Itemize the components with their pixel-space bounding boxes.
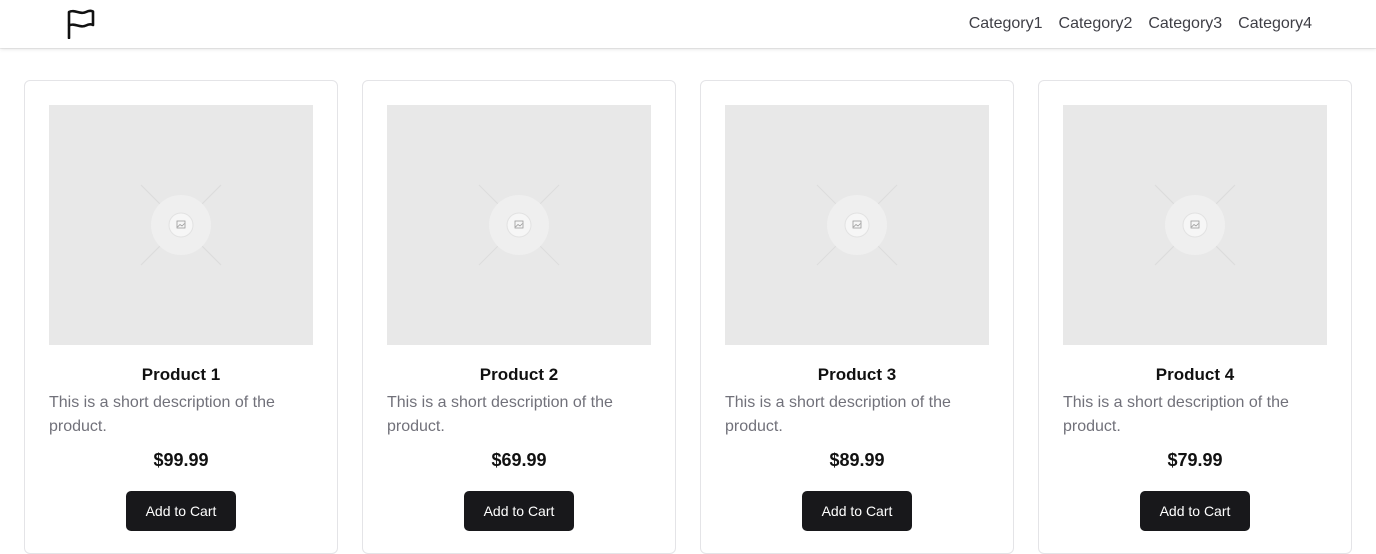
product-image bbox=[725, 105, 989, 345]
product-card: Product 1 This is a short description of… bbox=[24, 80, 338, 554]
product-card: Product 3 This is a short description of… bbox=[700, 80, 1014, 554]
nav-link-category3[interactable]: Category3 bbox=[1148, 0, 1222, 48]
top-navbar: Category1 Category2 Category3 Category4 bbox=[0, 0, 1376, 48]
add-to-cart-button[interactable]: Add to Cart bbox=[464, 491, 574, 531]
product-image bbox=[387, 105, 651, 345]
nav-link-category1[interactable]: Category1 bbox=[969, 0, 1043, 48]
image-placeholder-icon bbox=[140, 184, 222, 266]
product-image bbox=[49, 105, 313, 345]
flag-icon[interactable] bbox=[66, 9, 96, 40]
product-description: This is a short description of the produ… bbox=[725, 394, 951, 435]
product-price: $89.99 bbox=[829, 450, 885, 470]
product-title: Product 1 bbox=[141, 365, 221, 384]
product-card: Product 2 This is a short description of… bbox=[362, 80, 676, 554]
image-placeholder-icon bbox=[1154, 184, 1236, 266]
product-description: This is a short description of the produ… bbox=[1063, 394, 1289, 435]
add-to-cart-button[interactable]: Add to Cart bbox=[1140, 491, 1250, 531]
product-image bbox=[1063, 105, 1327, 345]
category-nav: Category1 Category2 Category3 Category4 bbox=[969, 0, 1312, 48]
product-title: Product 3 bbox=[817, 365, 897, 384]
add-to-cart-button[interactable]: Add to Cart bbox=[126, 491, 236, 531]
product-card: Product 4 This is a short description of… bbox=[1038, 80, 1352, 554]
nav-link-category2[interactable]: Category2 bbox=[1059, 0, 1133, 48]
product-price: $99.99 bbox=[153, 450, 209, 470]
product-description: This is a short description of the produ… bbox=[49, 394, 275, 435]
add-to-cart-button[interactable]: Add to Cart bbox=[802, 491, 912, 531]
product-title: Product 2 bbox=[479, 365, 559, 384]
product-price: $79.99 bbox=[1167, 450, 1223, 470]
product-title: Product 4 bbox=[1155, 365, 1235, 384]
image-placeholder-icon bbox=[816, 184, 898, 266]
nav-link-category4[interactable]: Category4 bbox=[1238, 0, 1312, 48]
image-placeholder-icon bbox=[478, 184, 560, 266]
product-price: $69.99 bbox=[491, 450, 547, 470]
product-description: This is a short description of the produ… bbox=[387, 394, 613, 435]
product-grid: Product 1 This is a short description of… bbox=[24, 80, 1352, 554]
